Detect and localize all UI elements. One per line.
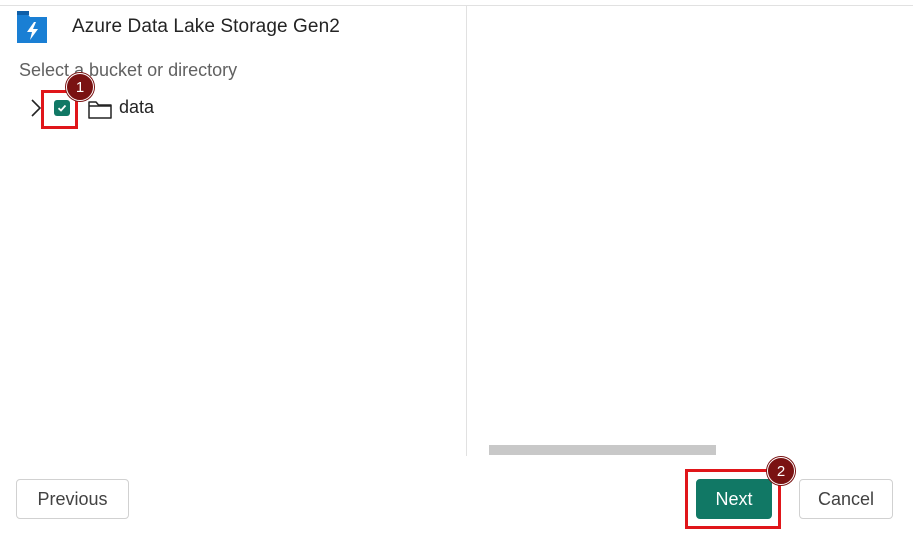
source-title: Azure Data Lake Storage Gen2: [72, 16, 340, 37]
next-button[interactable]: Next: [696, 479, 772, 519]
horizontal-scrollbar[interactable]: [489, 445, 716, 455]
azure-data-lake-icon: [15, 9, 49, 45]
section-label: Select a bucket or directory: [19, 60, 238, 80]
step-badge-1: 1: [66, 73, 94, 101]
cancel-button[interactable]: Cancel: [799, 479, 893, 519]
folder-icon: [87, 98, 113, 120]
tree-item-label: data: [119, 97, 155, 117]
previous-button[interactable]: Previous: [16, 479, 129, 519]
step-badge-2: 2: [767, 457, 795, 485]
preview-pane: [466, 6, 913, 456]
source-header: Azure Data Lake Storage Gen2: [15, 6, 340, 48]
